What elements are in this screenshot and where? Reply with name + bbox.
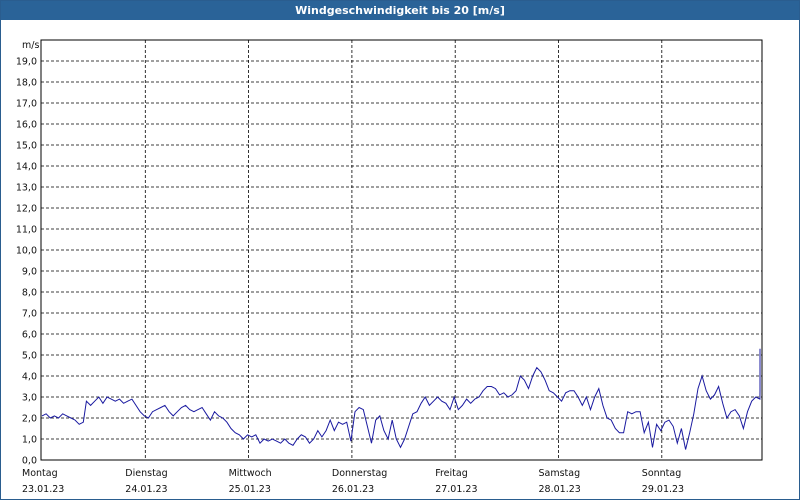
x-tick-date: 26.01.23 [332,484,374,495]
y-axis-ticks: 0,0 1,0 2,0 3,0 4,0 5,0 6,0 7,0 8,0 9,0 10,0 11,0 12… [16,57,37,467]
y-tick-label: 7,0 [22,309,37,320]
y-tick-label: 18,0 [16,78,37,89]
x-tick-day: Montag [22,468,58,479]
y-tick-label: 19,0 [16,57,37,68]
y-tick-label: 8,0 [22,288,37,299]
x-tick-day: Donnerstag [332,468,387,479]
y-tick-label: 1,0 [22,435,37,446]
y-tick-label: 11,0 [16,225,37,236]
x-tick-date: 29.01.23 [642,484,684,495]
y-tick-label: 4,0 [22,372,37,383]
y-axis-unit: m/s [22,40,39,51]
x-tick-date: 23.01.23 [22,484,64,495]
y-tick-label: 16,0 [16,120,37,131]
y-tick-label: 0,0 [22,456,37,467]
x-tick-day: Dienstag [125,468,167,479]
x-tick-day: Sonntag [642,468,681,479]
x-tick-date: 25.01.23 [229,484,271,495]
y-tick-label: 12,0 [16,204,37,215]
y-tick-label: 15,0 [16,141,37,152]
y-tick-label: 10,0 [16,246,37,257]
x-tick-day: Freitag [435,468,468,479]
y-tick-label: 6,0 [22,330,37,341]
x-tick-day: Samstag [539,468,581,479]
wind-speed-chart: m/s 0,0 1,0 2,0 3,0 4,0 5,0 6,0 7,0 8,0 9,0 10,0 11… [16,39,763,495]
x-tick-date: 24.01.23 [125,484,167,495]
y-tick-label: 5,0 [22,351,37,362]
y-tick-label: 2,0 [22,414,37,425]
y-tick-label: 17,0 [16,99,37,110]
y-tick-label: 13,0 [16,183,37,194]
y-tick-label: 14,0 [16,162,37,173]
x-axis-ticks: Montag 23.01.23 Dienstag 24.01.23 Mittwoch 25… [22,468,684,495]
x-tick-date: 27.01.23 [435,484,477,495]
y-tick-label: 3,0 [22,393,37,404]
x-tick-day: Mittwoch [229,468,272,479]
y-tick-label: 9,0 [22,267,37,278]
x-tick-date: 28.01.23 [539,484,581,495]
